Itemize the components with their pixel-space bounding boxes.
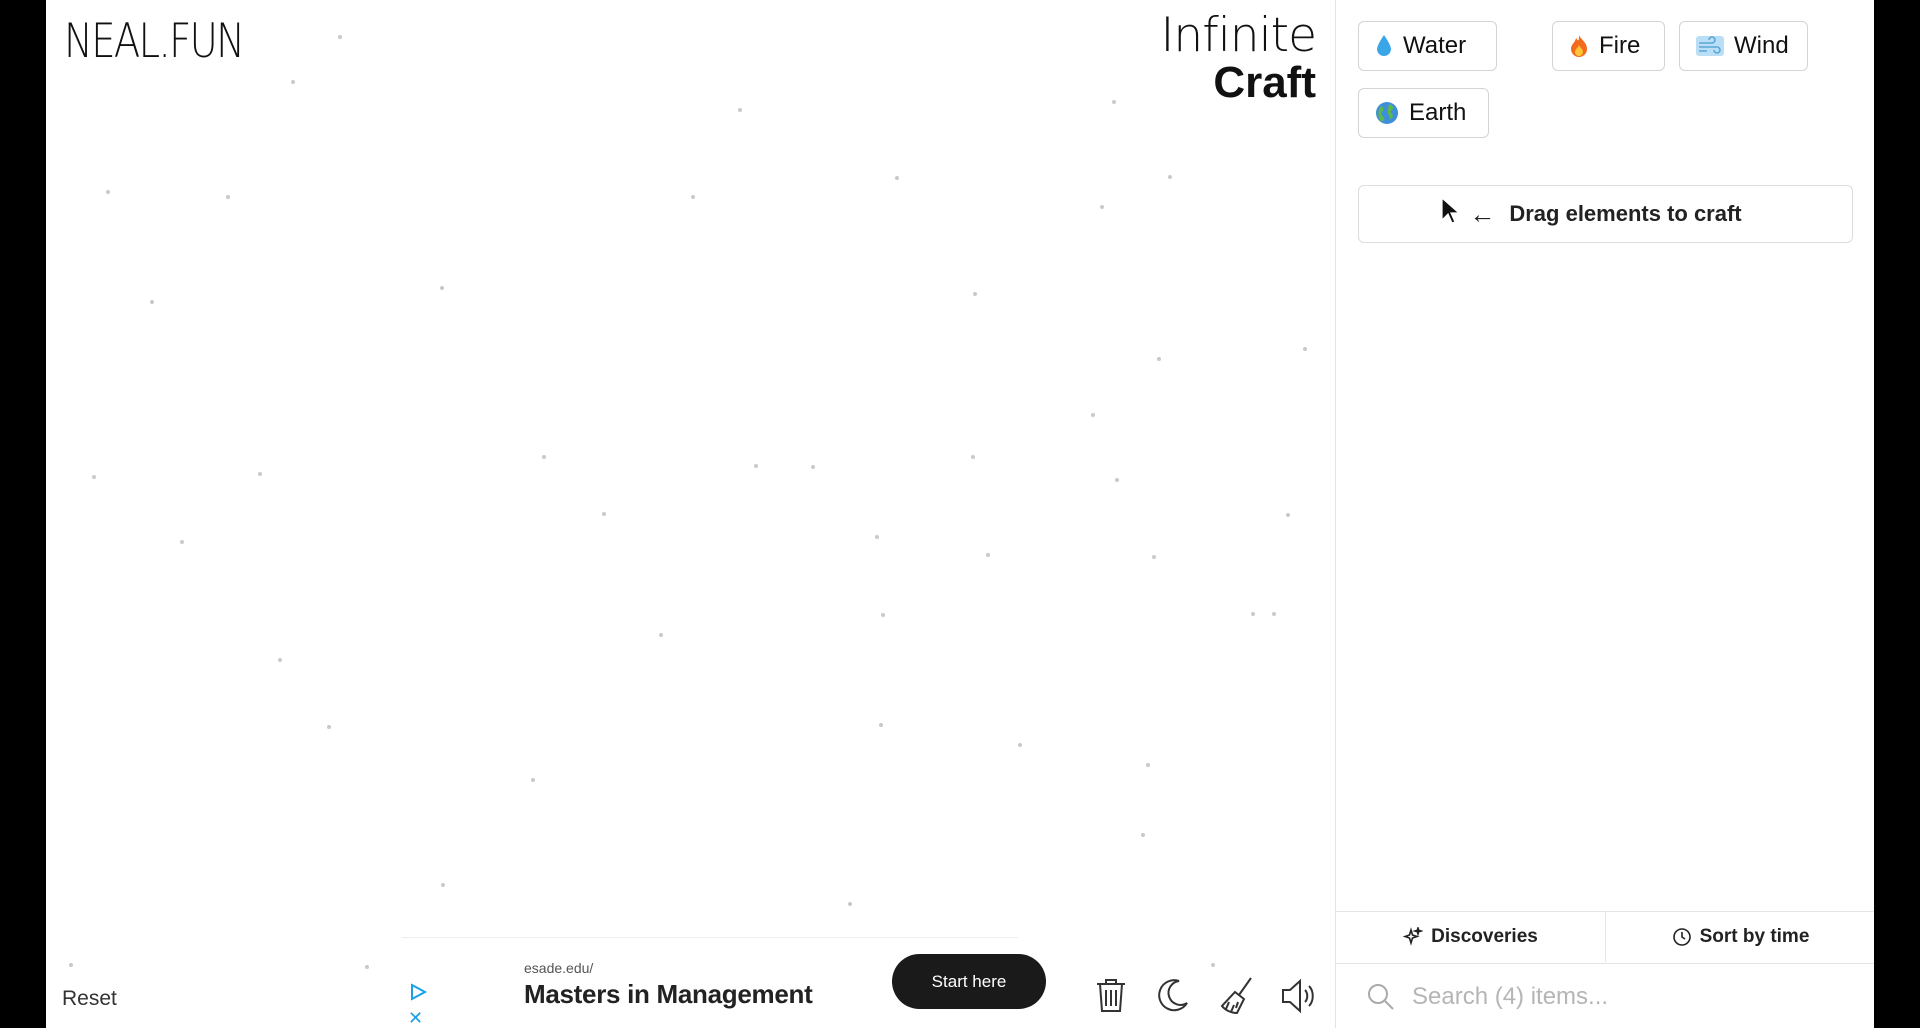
- particle-dot: [875, 535, 879, 539]
- wind-icon: [1696, 35, 1724, 57]
- discoveries-button[interactable]: Discoveries: [1336, 912, 1606, 962]
- item-label: Earth: [1409, 99, 1467, 126]
- particle-dot: [1152, 555, 1156, 559]
- particle-dot: [738, 108, 742, 112]
- particle-dot: [441, 883, 445, 887]
- particle-dot: [542, 455, 546, 459]
- clock-icon: [1672, 927, 1692, 947]
- title-craft: Craft: [1213, 58, 1316, 107]
- particle-dot: [365, 965, 369, 969]
- particle-dot: [1303, 347, 1307, 351]
- page-title: Infinite Craft: [1160, 8, 1317, 107]
- search-bar: [1336, 963, 1874, 1028]
- ad-close-icon[interactable]: ✕: [408, 1008, 423, 1028]
- particle-dot: [69, 963, 73, 967]
- particle-dot: [1251, 612, 1255, 616]
- particle-dot: [106, 190, 110, 194]
- ad-url: esade.edu/: [524, 960, 594, 976]
- particle-dot: [226, 195, 230, 199]
- sort-by-time-button[interactable]: Sort by time: [1606, 912, 1874, 962]
- particle-dot: [659, 633, 663, 637]
- particle-dot: [258, 472, 262, 476]
- water-drop-icon: [1375, 34, 1393, 58]
- search-icon: [1366, 982, 1396, 1012]
- particle-dot: [291, 80, 295, 84]
- particle-dot: [338, 35, 342, 39]
- title-infinite: Infinite: [1160, 8, 1317, 63]
- ad-headline[interactable]: Masters in Management: [524, 979, 813, 1010]
- discoveries-label: Discoveries: [1431, 926, 1538, 947]
- ad-choices-icon[interactable]: [408, 982, 428, 1007]
- drag-hint-label: Drag elements to craft: [1509, 201, 1742, 226]
- ad-banner[interactable]: ✕ esade.edu/ Masters in Management Start…: [402, 937, 1046, 1028]
- left-arrow-icon: ←: [1469, 198, 1496, 229]
- particle-dot: [1211, 963, 1215, 967]
- particle-dot: [180, 540, 184, 544]
- particle-dot: [1100, 205, 1104, 209]
- speaker-icon: [1279, 978, 1319, 1021]
- particle-dot: [1112, 100, 1116, 104]
- cleanup-button[interactable]: [1217, 975, 1257, 1017]
- mouse-cursor-icon: [1440, 196, 1462, 231]
- particle-dot: [971, 455, 975, 459]
- trash-icon: [1093, 979, 1129, 1019]
- item-wind[interactable]: Wind: [1679, 21, 1808, 71]
- particle-dot: [895, 176, 899, 180]
- item-earth[interactable]: Earth: [1358, 88, 1489, 138]
- particle-dot: [602, 512, 606, 516]
- sort-label: Sort by time: [1699, 926, 1810, 947]
- particle-dot: [1141, 833, 1145, 837]
- clear-canvas-button[interactable]: [1093, 975, 1133, 1017]
- earth-globe-icon: [1375, 101, 1399, 125]
- drag-hint: ← Drag elements to craft: [1358, 185, 1853, 243]
- particle-dot: [150, 300, 154, 304]
- app-window: NEAL.FUN Infinite Craft Reset ✕ esade.ed…: [46, 0, 1874, 1028]
- sparkle-icon: [1403, 927, 1424, 947]
- particle-dot: [691, 195, 695, 199]
- particle-dot: [1286, 513, 1290, 517]
- particle-dot: [440, 286, 444, 290]
- particle-dot: [986, 553, 990, 557]
- particle-dot: [848, 902, 852, 906]
- item-label: Fire: [1599, 32, 1641, 59]
- particle-dot: [327, 725, 331, 729]
- particle-dot: [881, 613, 885, 617]
- particle-dot: [92, 475, 96, 479]
- particle-dot: [811, 465, 815, 469]
- particle-dot: [531, 778, 535, 782]
- sound-toggle-button[interactable]: [1279, 975, 1319, 1017]
- fire-icon: [1569, 34, 1589, 58]
- particle-dot: [1272, 612, 1276, 616]
- particle-dot: [1146, 763, 1150, 767]
- craft-canvas[interactable]: NEAL.FUN Infinite Craft Reset ✕ esade.ed…: [46, 0, 1335, 1028]
- sidebar-footer: Discoveries Sort by time: [1336, 911, 1874, 1028]
- particle-dot: [1115, 478, 1119, 482]
- particle-dot: [1018, 743, 1022, 747]
- ad-cta-button[interactable]: Start here: [892, 954, 1046, 1009]
- neal-fun-logo[interactable]: NEAL.FUN: [64, 14, 245, 69]
- sidebar: Water Fire Wind Earth ← Drag elements to…: [1335, 0, 1874, 1028]
- item-label: Water: [1403, 32, 1467, 59]
- particle-dot: [278, 658, 282, 662]
- particle-dot: [1091, 413, 1095, 417]
- item-fire[interactable]: Fire: [1552, 21, 1665, 71]
- moon-icon: [1155, 979, 1193, 1019]
- reset-button[interactable]: Reset: [62, 987, 117, 1011]
- particle-dot: [1168, 175, 1172, 179]
- item-water[interactable]: Water: [1358, 21, 1497, 71]
- particle-dot: [754, 464, 758, 468]
- particle-dot: [973, 292, 977, 296]
- particle-dot: [1157, 357, 1161, 361]
- item-label: Wind: [1734, 32, 1789, 59]
- broom-icon: [1217, 977, 1257, 1021]
- particle-dot: [879, 723, 883, 727]
- search-input[interactable]: [1410, 982, 1854, 1012]
- dark-mode-button[interactable]: [1155, 975, 1195, 1017]
